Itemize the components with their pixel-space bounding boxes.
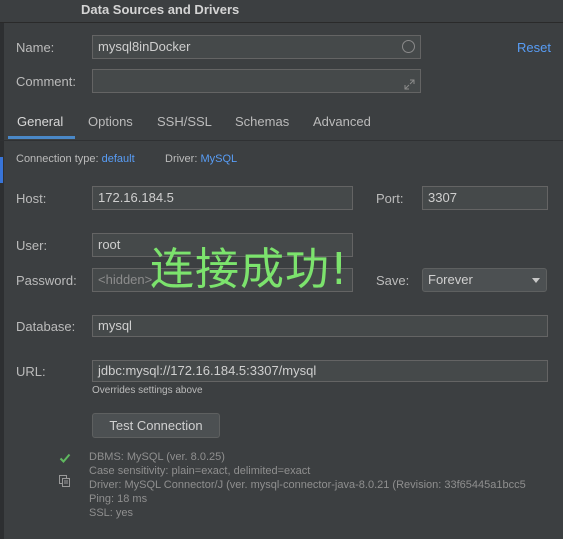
url-label: URL:: [16, 364, 46, 379]
save-select-value: Forever: [428, 272, 473, 287]
port-input[interactable]: 3307: [422, 186, 548, 210]
driver-info: Driver: MySQL: [165, 153, 237, 165]
url-hint: Overrides settings above: [92, 385, 203, 396]
divider: [0, 22, 563, 23]
connection-type-link[interactable]: default: [102, 153, 135, 165]
status-circle-icon: [402, 40, 415, 53]
driver-link[interactable]: MySQL: [200, 153, 237, 165]
check-icon: [59, 452, 71, 464]
dropdown-arrow-icon: [532, 278, 540, 283]
status-driver: Driver: MySQL Connector/J (ver. mysql-co…: [89, 479, 526, 491]
database-label: Database:: [16, 319, 76, 334]
reset-link[interactable]: Reset: [517, 40, 551, 55]
tab-advanced[interactable]: Advanced: [313, 114, 371, 129]
window-title: Data Sources and Drivers: [81, 2, 240, 17]
selection-accent: [0, 157, 3, 183]
port-label: Port:: [376, 191, 404, 206]
password-placeholder: <hidden>: [98, 272, 153, 287]
save-select[interactable]: Forever: [422, 268, 547, 292]
save-label: Save:: [376, 273, 410, 288]
tab-general[interactable]: General: [17, 114, 63, 129]
status-ssl: SSL: yes: [89, 507, 134, 519]
copy-icon[interactable]: [59, 475, 71, 488]
test-connection-button[interactable]: Test Connection: [92, 413, 220, 438]
expand-icon[interactable]: [404, 75, 415, 90]
title-bar: Data Sources and Drivers: [0, 0, 563, 23]
tab-ssh-ssl[interactable]: SSH/SSL: [157, 114, 212, 129]
password-label: Password:: [16, 273, 77, 288]
name-input-value: mysql8inDocker: [98, 39, 191, 54]
host-label: Host:: [16, 191, 47, 206]
connection-type-label: Connection type:: [16, 153, 99, 165]
comment-input[interactable]: [92, 69, 421, 93]
driver-label: Driver:: [165, 153, 198, 165]
tab-options[interactable]: Options: [88, 114, 133, 129]
comment-label: Comment:: [16, 74, 76, 89]
name-input[interactable]: mysql8inDocker: [92, 35, 421, 59]
status-ping: Ping: 18 ms: [89, 493, 148, 505]
success-annotation: 连接成功!: [150, 244, 349, 295]
name-label: Name:: [16, 40, 55, 55]
user-input-value: root: [98, 237, 121, 252]
active-tab-indicator: [8, 136, 75, 139]
status-case-sensitivity: Case sensitivity: plain=exact, delimited…: [89, 465, 311, 477]
host-input[interactable]: 172.16.184.5: [92, 186, 353, 210]
database-input[interactable]: mysql: [92, 315, 548, 337]
tab-schemas[interactable]: Schemas: [235, 114, 289, 129]
connection-type: Connection type: default: [16, 153, 135, 165]
left-edge: [0, 23, 4, 539]
user-label: User:: [16, 238, 48, 253]
tab-bar: General Options SSH/SSL Schemas Advanced: [0, 110, 563, 141]
url-input[interactable]: jdbc:mysql://172.16.184.5:3307/mysql: [92, 360, 548, 382]
database-input-value: mysql: [98, 318, 132, 333]
url-input-value: jdbc:mysql://172.16.184.5:3307/mysql: [98, 363, 317, 378]
status-dbms: DBMS: MySQL (ver. 8.0.25): [89, 451, 225, 463]
port-input-value: 3307: [428, 190, 457, 205]
host-input-value: 172.16.184.5: [98, 190, 174, 205]
